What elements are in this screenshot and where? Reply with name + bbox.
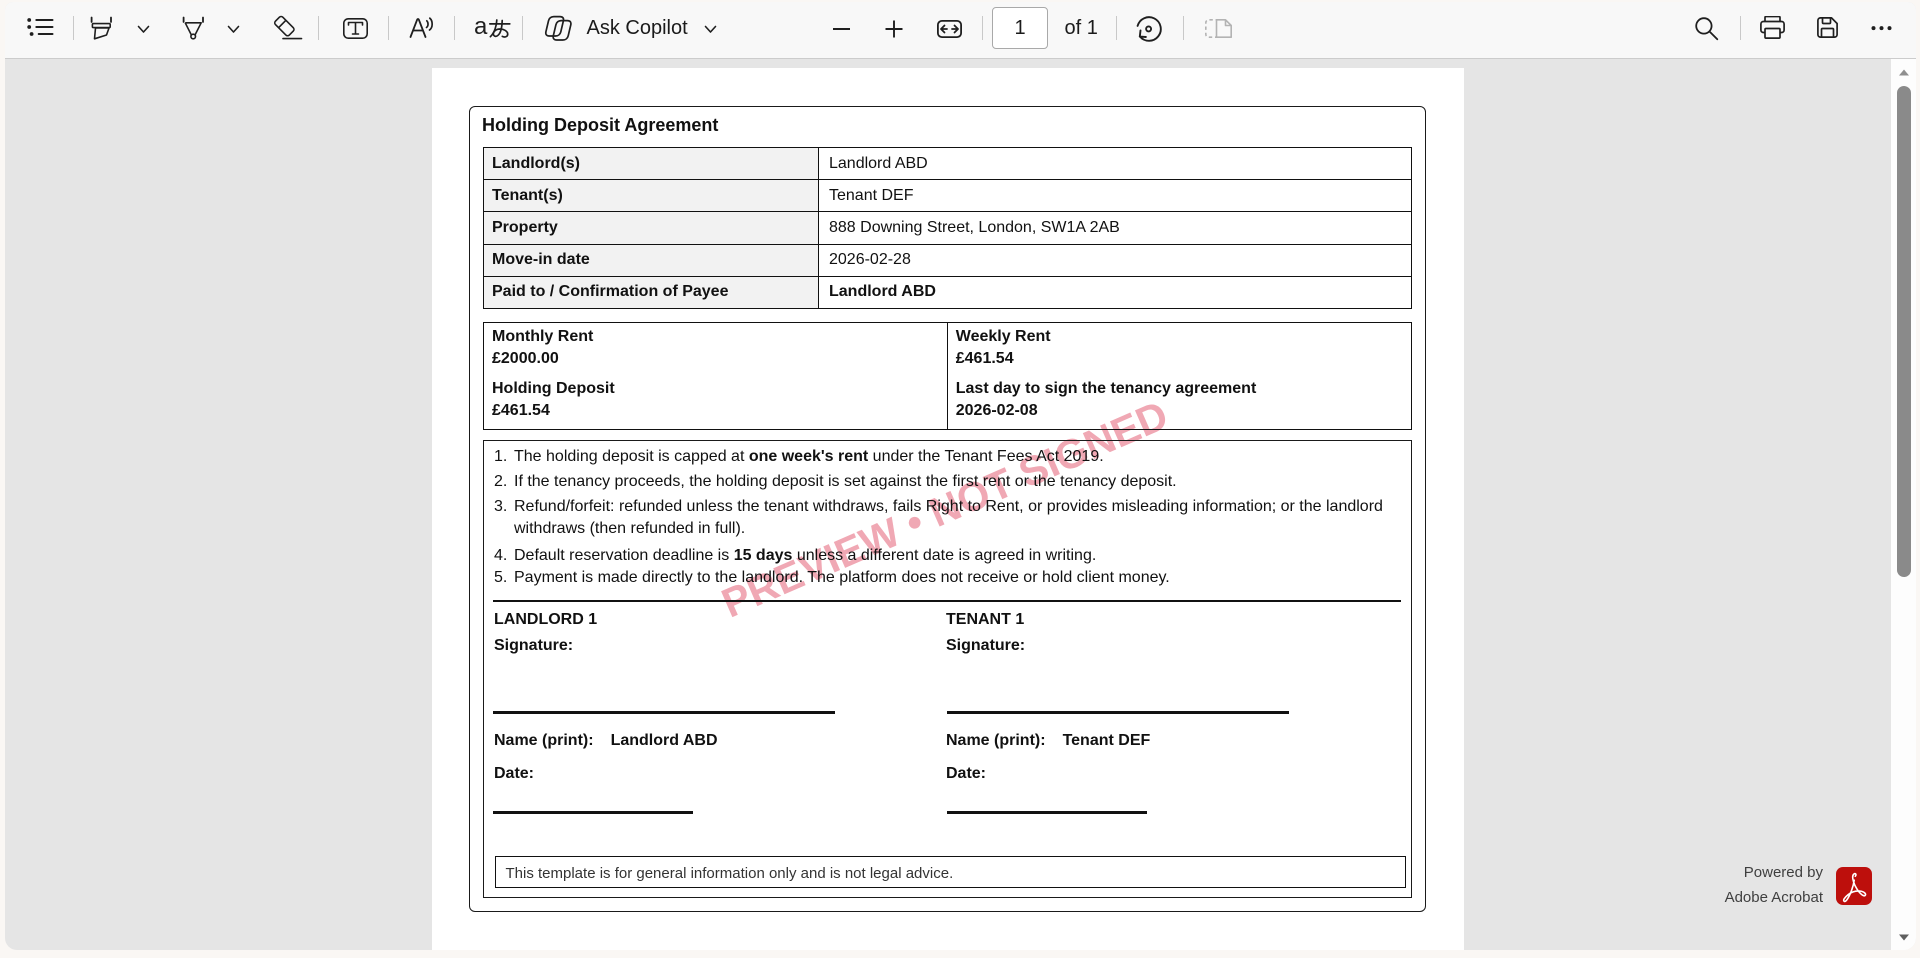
svg-text:a: a xyxy=(474,19,488,40)
